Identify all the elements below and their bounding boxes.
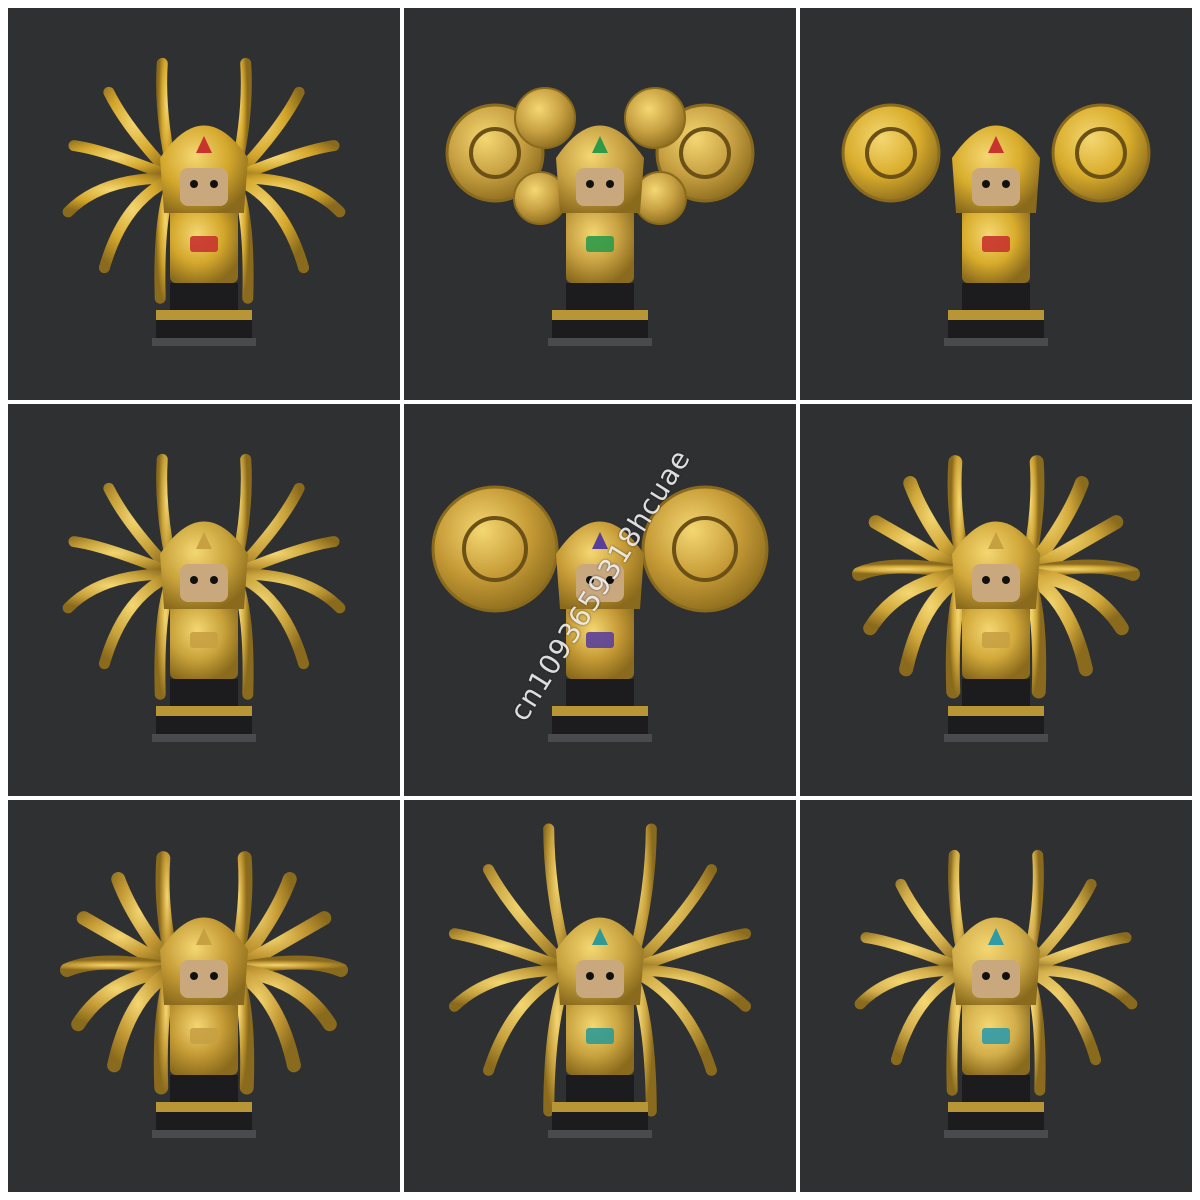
figure-tile-5 bbox=[404, 404, 796, 796]
pedestal-trim bbox=[948, 706, 1044, 716]
pedestal-plate bbox=[548, 1130, 652, 1138]
pedestal-trim bbox=[948, 310, 1044, 320]
gold-figure-9 bbox=[854, 849, 1138, 1138]
chest-gem bbox=[190, 632, 218, 648]
pedestal-top bbox=[566, 1075, 634, 1105]
pedestal-plate bbox=[548, 338, 652, 346]
pedestal-plate bbox=[152, 734, 256, 742]
pedestal-plate bbox=[944, 1130, 1048, 1138]
figure-face bbox=[576, 168, 624, 206]
chest-gem bbox=[586, 236, 614, 252]
pedestal-top bbox=[566, 283, 634, 313]
chest-gem bbox=[190, 236, 218, 252]
figure-face bbox=[972, 960, 1020, 998]
gold-figure-6 bbox=[852, 455, 1140, 742]
figure-face bbox=[576, 960, 624, 998]
pedestal-plate bbox=[944, 338, 1048, 346]
pedestal-trim bbox=[948, 1102, 1044, 1112]
gold-figure-2 bbox=[445, 87, 755, 346]
chest-gem bbox=[982, 632, 1010, 648]
pedestal-plate bbox=[548, 734, 652, 742]
gold-figure-5 bbox=[431, 485, 769, 742]
pedestal-top bbox=[566, 679, 634, 709]
figure-tile-8 bbox=[404, 800, 796, 1192]
pedestal-trim bbox=[156, 706, 252, 716]
figure-face bbox=[576, 564, 624, 602]
figure-face bbox=[972, 168, 1020, 206]
figure-face bbox=[180, 564, 228, 602]
pedestal-top bbox=[170, 679, 238, 709]
figure-tile-9 bbox=[800, 800, 1192, 1192]
pedestal-top bbox=[170, 283, 238, 313]
gold-figure-8 bbox=[448, 823, 752, 1138]
pedestal-top bbox=[962, 1075, 1030, 1105]
pedestal-top bbox=[962, 283, 1030, 313]
chest-gem bbox=[586, 632, 614, 648]
figure-tile-7 bbox=[8, 800, 400, 1192]
pedestal-trim bbox=[156, 310, 252, 320]
figure-tile-2 bbox=[404, 8, 796, 400]
chest-gem bbox=[586, 1028, 614, 1044]
figure-tile-4 bbox=[8, 404, 400, 796]
chest-gem bbox=[982, 1028, 1010, 1044]
pedestal-plate bbox=[152, 1130, 256, 1138]
figure-face bbox=[180, 168, 228, 206]
pedestal-top bbox=[962, 679, 1030, 709]
figure-face bbox=[180, 960, 228, 998]
gold-figure-7 bbox=[60, 851, 348, 1138]
gold-figure-1 bbox=[62, 57, 346, 346]
figure-grid bbox=[8, 8, 1192, 1192]
pedestal-trim bbox=[552, 706, 648, 716]
pedestal-plate bbox=[152, 338, 256, 346]
pedestal-trim bbox=[552, 1102, 648, 1112]
figure-tile-1 bbox=[8, 8, 400, 400]
figure-tile-3 bbox=[800, 8, 1192, 400]
pedestal-plate bbox=[944, 734, 1048, 742]
pedestal-trim bbox=[156, 1102, 252, 1112]
chest-gem bbox=[982, 236, 1010, 252]
figure-tile-6 bbox=[800, 404, 1192, 796]
pedestal-top bbox=[170, 1075, 238, 1105]
figure-face bbox=[972, 564, 1020, 602]
gold-figure-4 bbox=[62, 453, 346, 742]
chest-gem bbox=[190, 1028, 218, 1044]
pedestal-trim bbox=[552, 310, 648, 320]
gold-figure-3 bbox=[841, 103, 1151, 346]
